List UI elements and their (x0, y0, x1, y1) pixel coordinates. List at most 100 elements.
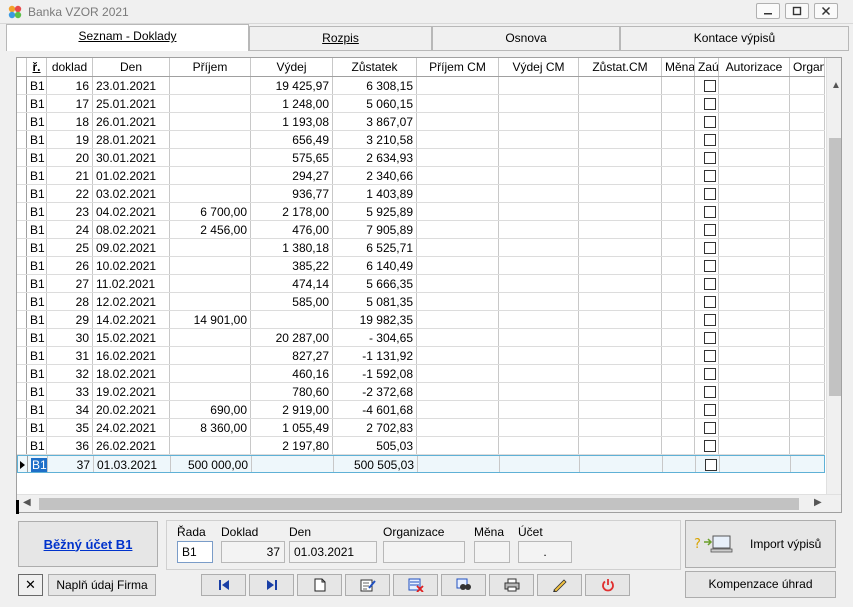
table-row[interactable]: B1 17 25.01.2021 1 248,00 5 060,15 (17, 95, 825, 113)
table-row[interactable]: B1 18 26.01.2021 1 193,08 3 867,07 (17, 113, 825, 131)
posted-checkbox[interactable] (704, 422, 716, 434)
table-row[interactable]: B1 16 23.01.2021 19 425,97 6 308,15 (17, 77, 825, 95)
first-record-button[interactable] (201, 574, 246, 596)
cell-autorizace (719, 203, 790, 220)
column-header[interactable]: Výdej (251, 58, 333, 76)
tools-button[interactable] (537, 574, 582, 596)
posted-checkbox[interactable] (704, 278, 716, 290)
posted-checkbox[interactable] (704, 188, 716, 200)
posted-checkbox[interactable] (704, 80, 716, 92)
posted-checkbox[interactable] (705, 459, 717, 471)
column-header[interactable]: Příjem CM (417, 58, 499, 76)
tab-osnova[interactable]: Osnova (432, 26, 620, 51)
table-row[interactable]: B1 25 09.02.2021 1 380,18 6 525,71 (17, 239, 825, 257)
table-row[interactable]: B1 29 14.02.2021 14 901,00 19 982,35 (17, 311, 825, 329)
scroll-up-icon[interactable]: ▲ (831, 80, 841, 91)
posted-checkbox[interactable] (704, 260, 716, 272)
table-row[interactable]: B1 37 01.03.2021 500 000,00 500 505,03 (17, 455, 825, 473)
new-record-button[interactable] (297, 574, 342, 596)
organizace-field[interactable] (383, 541, 465, 563)
documents-grid[interactable]: ř. doklad Den Příjem Výdej Zůstatek Příjem CM V… (16, 57, 842, 513)
posted-checkbox[interactable] (704, 116, 716, 128)
delete-record-button[interactable] (393, 574, 438, 596)
column-header[interactable]: Příjem (170, 58, 251, 76)
posted-checkbox[interactable] (704, 350, 716, 362)
cell-prijem (170, 347, 251, 364)
posted-checkbox[interactable] (704, 296, 716, 308)
grid-body[interactable]: B1 16 23.01.2021 19 425,97 6 308,15 B1 17 25.01… (17, 77, 825, 493)
column-header[interactable]: Organ (790, 58, 825, 76)
tab-seznam-doklady[interactable]: Seznam - Doklady (6, 24, 249, 51)
exit-button[interactable] (585, 574, 630, 596)
table-row[interactable]: B1 22 03.02.2021 936,77 1 403,89 (17, 185, 825, 203)
table-row[interactable]: B1 19 28.01.2021 656,49 3 210,58 (17, 131, 825, 149)
column-header[interactable]: Zůstatek (333, 58, 417, 76)
table-row[interactable]: B1 35 24.02.2021 8 360,00 1 055,49 2 702,83 (17, 419, 825, 437)
posted-checkbox[interactable] (704, 170, 716, 182)
compensation-button[interactable]: Kompenzace úhrad (685, 571, 836, 598)
table-row[interactable]: B1 20 30.01.2021 575,65 2 634,93 (17, 149, 825, 167)
edit-record-button[interactable] (345, 574, 390, 596)
table-row[interactable]: B1 28 12.02.2021 585,00 5 081,35 (17, 293, 825, 311)
table-row[interactable]: B1 33 19.02.2021 780,60 -2 372,68 (17, 383, 825, 401)
doklad-field[interactable]: 37 (221, 541, 285, 563)
cell-doklad: 17 (47, 95, 93, 112)
table-row[interactable]: B1 32 18.02.2021 460,16 -1 592,08 (17, 365, 825, 383)
clear-button[interactable]: ✕ (18, 574, 43, 596)
den-field[interactable]: 01.03.2021 (289, 541, 377, 563)
fill-firma-button[interactable]: Naplň údaj Firma (48, 574, 156, 596)
posted-checkbox[interactable] (704, 134, 716, 146)
table-row[interactable]: B1 23 04.02.2021 6 700,00 2 178,00 5 925,89 (17, 203, 825, 221)
horizontal-scrollbar[interactable]: ◀ ▶ (17, 494, 841, 512)
maximize-button[interactable] (785, 3, 809, 19)
tab-rozpis[interactable]: Rozpis (249, 26, 432, 51)
horizontal-scroll-thumb[interactable] (39, 498, 799, 510)
print-button[interactable] (489, 574, 534, 596)
new-document-icon (314, 578, 325, 592)
cell-prijemcm (417, 77, 499, 94)
search-record-button[interactable] (441, 574, 486, 596)
current-account-button[interactable]: Běžný účet B1 (18, 521, 158, 567)
mena-field[interactable] (474, 541, 510, 563)
close-button[interactable] (814, 3, 838, 19)
column-header[interactable]: doklad (47, 58, 93, 76)
table-row[interactable]: B1 21 01.02.2021 294,27 2 340,66 (17, 167, 825, 185)
vertical-scrollbar[interactable]: ▲ (826, 58, 841, 494)
column-header[interactable]: Zůstat.CM (579, 58, 662, 76)
column-header[interactable]: Výdej CM (499, 58, 579, 76)
posted-checkbox[interactable] (704, 386, 716, 398)
posted-checkbox[interactable] (704, 152, 716, 164)
column-header[interactable]: Zaú (695, 58, 719, 76)
posted-checkbox[interactable] (704, 314, 716, 326)
column-header[interactable]: Den (93, 58, 170, 76)
tab-kontace-vypisu[interactable]: Kontace výpisů (620, 26, 849, 51)
posted-checkbox[interactable] (704, 404, 716, 416)
vertical-scroll-thumb[interactable] (829, 138, 841, 396)
column-header[interactable]: Autorizace (719, 58, 790, 76)
table-row[interactable]: B1 30 15.02.2021 20 287,00- 304,65 (17, 329, 825, 347)
posted-checkbox[interactable] (704, 368, 716, 380)
posted-checkbox[interactable] (704, 206, 716, 218)
ucet-field[interactable]: . (518, 541, 572, 563)
table-row[interactable]: B1 24 08.02.2021 2 456,00 476,00 7 905,89 (17, 221, 825, 239)
table-row[interactable]: B1 31 16.02.2021 827,27 -1 131,92 (17, 347, 825, 365)
last-record-button[interactable] (249, 574, 294, 596)
cell-den: 01.02.2021 (93, 167, 170, 184)
table-row[interactable]: B1 26 10.02.2021 385,22 6 140,49 (17, 257, 825, 275)
rada-field[interactable]: B1 (177, 541, 213, 563)
import-statements-button[interactable]: ? Import výpisů (685, 520, 836, 568)
posted-checkbox[interactable] (704, 242, 716, 254)
column-header[interactable]: Měna (662, 58, 695, 76)
table-row[interactable]: B1 27 11.02.2021 474,14 5 666,35 (17, 275, 825, 293)
scroll-left-icon[interactable]: ◀ (23, 497, 31, 508)
table-row[interactable]: B1 36 26.02.2021 2 197,80 505,03 (17, 437, 825, 455)
scroll-right-icon[interactable]: ▶ (814, 497, 822, 508)
posted-checkbox[interactable] (704, 440, 716, 452)
posted-checkbox[interactable] (704, 224, 716, 236)
cell-prijemcm (417, 437, 499, 454)
posted-checkbox[interactable] (704, 332, 716, 344)
posted-checkbox[interactable] (704, 98, 716, 110)
minimize-button[interactable] (756, 3, 780, 19)
table-row[interactable]: B1 34 20.02.2021 690,00 2 919,00 -4 601,68 (17, 401, 825, 419)
column-header[interactable]: ř. (27, 58, 47, 76)
